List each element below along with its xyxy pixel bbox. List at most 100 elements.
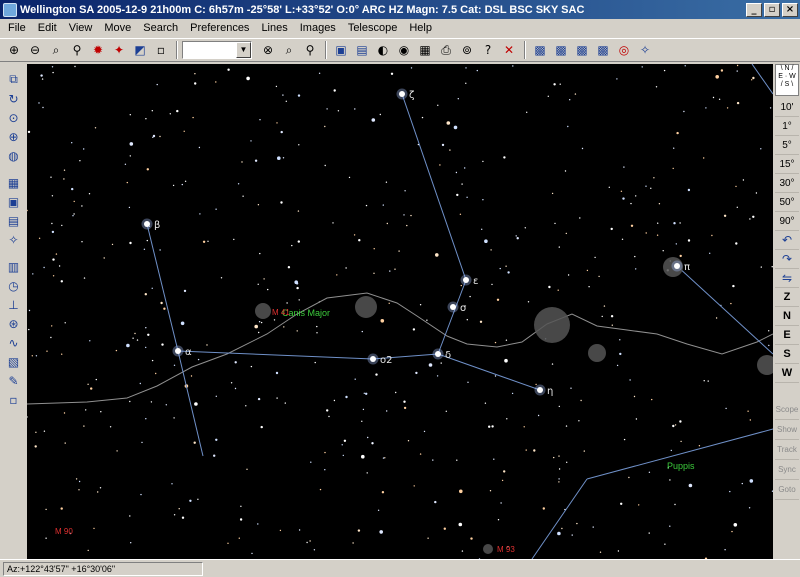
menu-preferences[interactable]: Preferences xyxy=(184,22,255,34)
menu-file[interactable]: File xyxy=(2,22,32,34)
named-star[interactable] xyxy=(144,221,150,227)
north-button[interactable]: N xyxy=(775,307,799,326)
zenith-button[interactable]: Z xyxy=(775,288,799,307)
constellation-icon[interactable]: ✧ xyxy=(635,40,655,60)
flip-icon[interactable]: ⇋ xyxy=(775,269,799,288)
close-button[interactable]: × xyxy=(782,2,798,17)
document-icon[interactable]: ▤ xyxy=(352,40,372,60)
goto-button[interactable]: Goto xyxy=(775,480,799,500)
named-star[interactable] xyxy=(435,351,441,357)
image-icon[interactable]: ▣ xyxy=(4,192,24,211)
contrast-icon[interactable]: ▫ xyxy=(151,40,171,60)
rotate-left-icon[interactable]: ↶ xyxy=(775,231,799,250)
help-icon[interactable]: ? xyxy=(478,40,498,60)
south-button[interactable]: S xyxy=(775,345,799,364)
copy-icon[interactable]: ⧉ xyxy=(4,70,24,89)
search-star-icon[interactable]: ⌕ xyxy=(279,40,299,60)
sky-chart-svg[interactable]: βαζεσδo2ηπ Canis Major Puppis M 41 M 90 … xyxy=(27,64,773,559)
zoom-fit-icon[interactable]: ⚲ xyxy=(67,40,87,60)
zoom-out-icon[interactable]: ⊖ xyxy=(25,40,45,60)
info-icon[interactable]: ▫ xyxy=(4,390,24,409)
color-scheme-icon[interactable]: ◩ xyxy=(130,40,150,60)
combo-arrow-icon[interactable]: ▼ xyxy=(236,42,251,58)
save-icon[interactable]: ▣ xyxy=(331,40,351,60)
lock-icon[interactable]: ⊚ xyxy=(457,40,477,60)
east-button[interactable]: E xyxy=(775,326,799,345)
named-star[interactable] xyxy=(463,277,469,283)
clock-icon[interactable]: ◷ xyxy=(4,276,24,295)
fov-15deg-button[interactable]: 15° xyxy=(775,155,799,174)
direction-indicator[interactable]: \ N / E · W / S \ xyxy=(775,64,799,96)
menu-edit[interactable]: Edit xyxy=(32,22,63,34)
track-button[interactable]: Track xyxy=(775,440,799,460)
minimize-button[interactable]: _ xyxy=(746,2,762,17)
menu-view[interactable]: View xyxy=(63,22,99,34)
star-label: η xyxy=(547,386,553,397)
satellite-icon[interactable]: ⊛ xyxy=(4,314,24,333)
sky-chart[interactable]: β α ζ ε σ δ o2 η π Canis Major Puppis M 41 M 90 … xyxy=(27,64,773,559)
fov-30deg-button[interactable]: 30° xyxy=(775,174,799,193)
named-star[interactable] xyxy=(175,348,181,354)
named-star[interactable] xyxy=(370,356,376,362)
dso-blob[interactable] xyxy=(355,296,377,318)
menu-lines[interactable]: Lines xyxy=(255,22,293,34)
named-star[interactable] xyxy=(399,91,405,97)
maximize-button[interactable]: ▫ xyxy=(764,2,780,17)
dso-blob[interactable] xyxy=(483,544,493,554)
print-icon[interactable]: ⎙ xyxy=(436,40,456,60)
grid-3-icon[interactable]: ▩ xyxy=(572,40,592,60)
close-x-icon[interactable]: ✕ xyxy=(499,40,519,60)
fov-5deg-button[interactable]: 5° xyxy=(775,136,799,155)
refresh-icon[interactable]: ↻ xyxy=(4,89,24,108)
search-combo[interactable]: ▼ xyxy=(182,41,252,59)
panel-icon[interactable]: ▥ xyxy=(4,257,24,276)
star-settings-icon[interactable]: ✹ xyxy=(88,40,108,60)
scope-button[interactable]: Scope xyxy=(775,400,799,420)
fov-90deg-button[interactable]: 90° xyxy=(775,212,799,231)
dss-icon[interactable]: ▦ xyxy=(4,173,24,192)
menu-search[interactable]: Search xyxy=(137,22,184,34)
fov-10arcmin-button[interactable]: 10' xyxy=(775,98,799,117)
binoculars-icon[interactable]: ⊗ xyxy=(258,40,278,60)
dso-blob[interactable] xyxy=(588,344,606,362)
dso-blob[interactable] xyxy=(255,303,271,319)
west-button[interactable]: W xyxy=(775,364,799,383)
grid-1-icon[interactable]: ▩ xyxy=(530,40,550,60)
named-star[interactable] xyxy=(674,263,680,269)
lamp-icon[interactable]: ✧ xyxy=(4,230,24,249)
menu-move[interactable]: Move xyxy=(98,22,137,34)
photo-icon[interactable]: ▤ xyxy=(4,211,24,230)
eye-icon[interactable]: ◉ xyxy=(394,40,414,60)
menu-help[interactable]: Help xyxy=(403,22,438,34)
zoom-region-icon[interactable]: ⌕ xyxy=(46,40,66,60)
dso-blob[interactable] xyxy=(534,307,570,343)
ephemeris-icon[interactable]: ◐ xyxy=(373,40,393,60)
zoom-in-icon[interactable]: ⊕ xyxy=(4,40,24,60)
menu-images[interactable]: Images xyxy=(294,22,342,34)
chart-icon[interactable]: ▧ xyxy=(4,352,24,371)
search-object-icon[interactable]: ⚲ xyxy=(300,40,320,60)
fov-1deg-button[interactable]: 1° xyxy=(775,117,799,136)
compass-icon[interactable]: ⊙ xyxy=(4,108,24,127)
grid-4-icon[interactable]: ▩ xyxy=(593,40,613,60)
field-star xyxy=(603,305,606,307)
dso-blob[interactable] xyxy=(757,355,773,375)
telescope-icon[interactable]: ⊥ xyxy=(4,295,24,314)
rotate-right-icon[interactable]: ↷ xyxy=(775,250,799,269)
graph-icon[interactable]: ∿ xyxy=(4,333,24,352)
tools-icon[interactable]: ✎ xyxy=(4,371,24,390)
toolbar: ⊕ ⊖ ⌕ ⚲ ✹ ✦ ◩ ▫ ▼ ⊗ ⌕ ⚲ ▣ ▤ ◐ ◉ ▦ ⎙ ⊚ ? … xyxy=(0,38,800,62)
named-star[interactable] xyxy=(537,387,543,393)
sync-button[interactable]: Sync xyxy=(775,460,799,480)
show-button[interactable]: Show xyxy=(775,420,799,440)
fov-50deg-button[interactable]: 50° xyxy=(775,193,799,212)
star-label: o2 xyxy=(380,355,392,366)
calendar-icon[interactable]: ▦ xyxy=(415,40,435,60)
planet-icon[interactable]: ◍ xyxy=(4,146,24,165)
target-icon[interactable]: ◎ xyxy=(614,40,634,60)
night-vision-icon[interactable]: ✦ xyxy=(109,40,129,60)
named-star[interactable] xyxy=(450,304,456,310)
menu-telescope[interactable]: Telescope xyxy=(342,22,404,34)
grid-2-icon[interactable]: ▩ xyxy=(551,40,571,60)
globe-icon[interactable]: ⊕ xyxy=(4,127,24,146)
